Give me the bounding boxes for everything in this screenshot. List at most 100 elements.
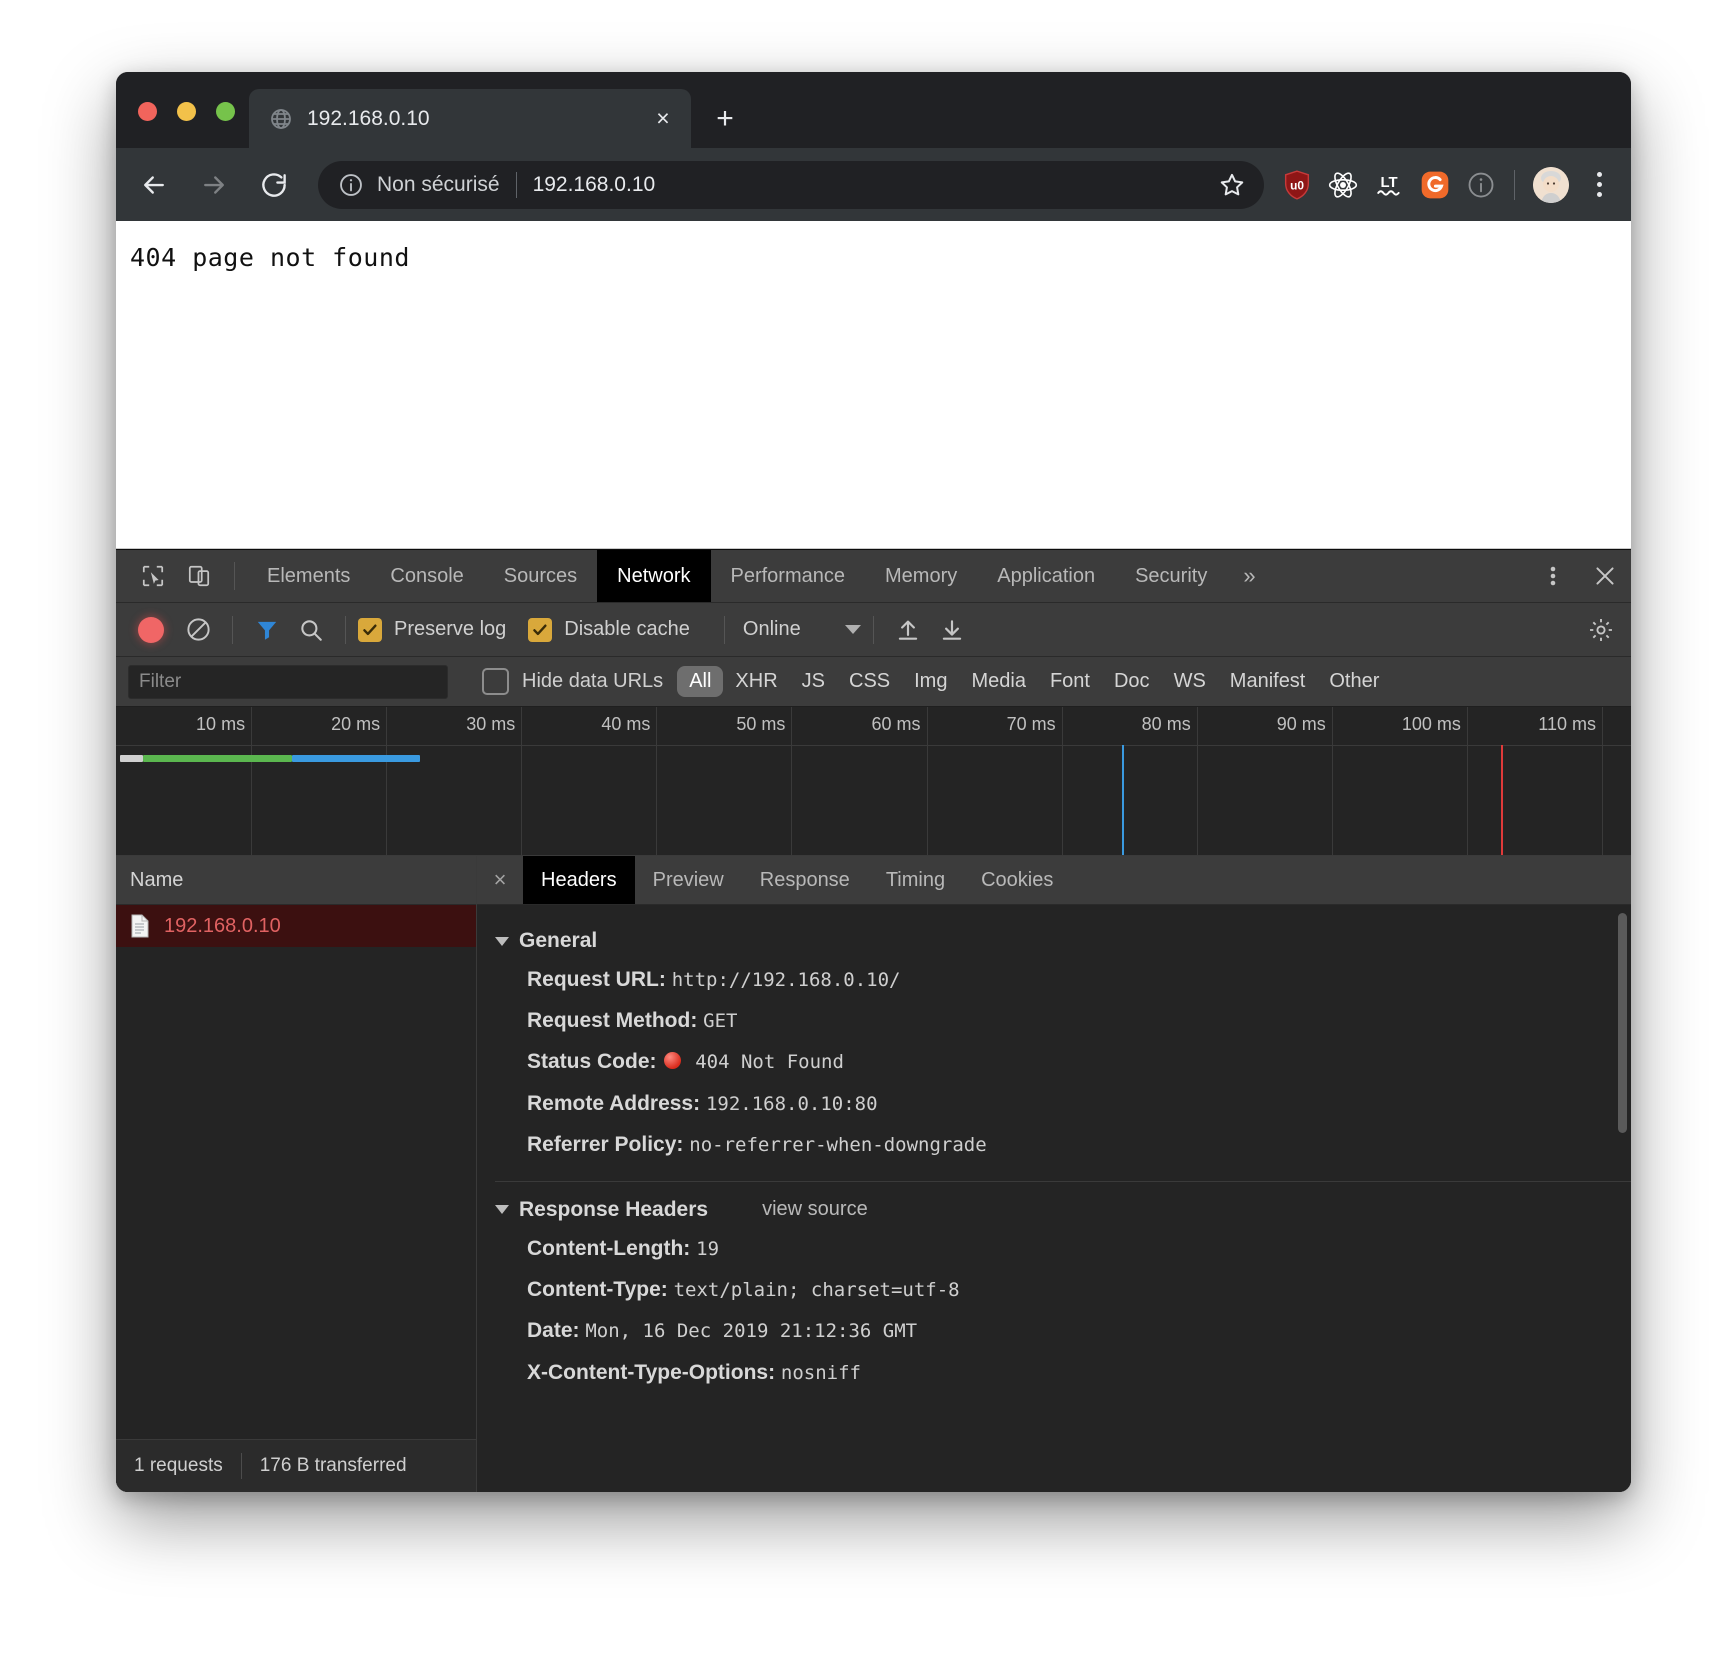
devtools-tab-performance[interactable]: Performance: [711, 550, 866, 602]
requests-column-header[interactable]: Name: [116, 856, 476, 905]
bookmark-star-icon[interactable]: [1218, 171, 1246, 199]
hide-data-urls-checkbox[interactable]: Hide data URLs: [482, 668, 663, 695]
network-overview-timeline[interactable]: 10 ms20 ms30 ms40 ms50 ms60 ms70 ms80 ms…: [116, 707, 1631, 856]
forward-icon[interactable]: [190, 161, 238, 209]
requests-panel: Name 192.168.0.10: [116, 856, 477, 1492]
timeline-tick: 40 ms: [656, 707, 657, 855]
type-filter-media[interactable]: Media: [959, 666, 1037, 697]
devtools-tab-security[interactable]: Security: [1115, 550, 1227, 602]
type-filter-img[interactable]: Img: [902, 666, 959, 697]
export-har-icon[interactable]: [930, 617, 974, 643]
omnibox[interactable]: Non sécurisé 192.168.0.10: [318, 161, 1264, 209]
response-headers-section-header[interactable]: Response Headers view source: [477, 1192, 1631, 1228]
detail-tab-response[interactable]: Response: [742, 856, 868, 904]
type-filter-other[interactable]: Other: [1317, 666, 1391, 697]
requests-count: 1 requests: [116, 1455, 241, 1477]
request-name: 192.168.0.10: [164, 915, 281, 938]
type-filter-xhr[interactable]: XHR: [723, 666, 789, 697]
header-row-x-content-type-options: X-Content-Type-Options: nosniff: [477, 1352, 1631, 1393]
avatar[interactable]: [1533, 167, 1569, 203]
filter-funnel-icon[interactable]: [245, 617, 289, 643]
filter-input[interactable]: [128, 665, 448, 699]
preserve-log-checkbox[interactable]: Preserve log: [358, 618, 506, 642]
header-row-content-length: Content-Length: 19: [477, 1228, 1631, 1269]
maximize-window-button[interactable]: [216, 102, 235, 121]
react-devtools-icon[interactable]: [1320, 162, 1366, 208]
extension-toolbar: u0 LT: [1274, 162, 1504, 208]
network-settings-gear-icon[interactable]: [1587, 616, 1615, 644]
inspect-element-icon[interactable]: [130, 550, 176, 602]
type-filter-manifest[interactable]: Manifest: [1218, 666, 1318, 697]
general-section-header[interactable]: General: [477, 923, 1631, 959]
response-headers-section-title: Response Headers: [519, 1198, 708, 1222]
devtools-tab-elements[interactable]: Elements: [247, 550, 370, 602]
checkbox-unchecked-icon: [482, 668, 509, 695]
info-circle-icon[interactable]: [338, 172, 364, 198]
more-tabs-chevron-icon[interactable]: »: [1227, 550, 1271, 602]
minimize-window-button[interactable]: [177, 102, 196, 121]
detail-tab-cookies[interactable]: Cookies: [963, 856, 1071, 904]
type-filter-font[interactable]: Font: [1038, 666, 1102, 697]
devtools-menu-icon[interactable]: [1527, 550, 1579, 602]
type-filter-js[interactable]: JS: [790, 666, 837, 697]
header-row-request-method: Request Method: GET: [477, 1000, 1631, 1041]
detail-tab-headers[interactable]: Headers: [523, 856, 635, 904]
timeline-tick: 100 ms: [1467, 707, 1468, 855]
browser-menu-icon[interactable]: [1581, 163, 1617, 207]
devtools-tabbar: Elements Console Sources Network Perform…: [116, 550, 1631, 603]
omnibox-divider: [516, 172, 517, 198]
clear-network-log-icon[interactable]: [176, 616, 220, 643]
close-window-button[interactable]: [138, 102, 157, 121]
detail-tab-timing[interactable]: Timing: [868, 856, 963, 904]
back-icon[interactable]: [130, 161, 178, 209]
browser-tab[interactable]: 192.168.0.10 ×: [249, 89, 691, 148]
grammar-extension-icon[interactable]: [1412, 162, 1458, 208]
close-devtools-icon[interactable]: [1579, 550, 1631, 602]
devtools-tab-sources[interactable]: Sources: [484, 550, 597, 602]
address-bar-url[interactable]: 192.168.0.10: [533, 173, 1208, 197]
reload-icon[interactable]: [250, 161, 298, 209]
throttling-dropdown[interactable]: Online: [743, 618, 861, 641]
devtools-tab-application[interactable]: Application: [977, 550, 1115, 602]
table-row[interactable]: 192.168.0.10: [116, 905, 476, 947]
general-section-title: General: [519, 929, 597, 953]
ublock-origin-icon[interactable]: u0: [1274, 162, 1320, 208]
toolbar-divider-1: [232, 616, 233, 644]
devtools-tab-network[interactable]: Network: [597, 550, 710, 602]
type-filter-ws[interactable]: WS: [1162, 666, 1218, 697]
timeline-tick: 90 ms: [1332, 707, 1333, 855]
document-icon: [130, 914, 150, 938]
timeline-tick: 110 ms: [1602, 707, 1603, 855]
timeline-tick: 10 ms: [251, 707, 252, 855]
detail-tab-preview[interactable]: Preview: [635, 856, 742, 904]
info-circle-extension-icon[interactable]: [1458, 162, 1504, 208]
disable-cache-checkbox[interactable]: Disable cache: [528, 618, 690, 642]
record-button[interactable]: [138, 617, 164, 643]
import-har-icon[interactable]: [886, 617, 930, 643]
devtools-tab-memory[interactable]: Memory: [865, 550, 977, 602]
type-filter-doc[interactable]: Doc: [1102, 666, 1162, 697]
header-name: Request Method:: [527, 1009, 697, 1032]
close-detail-icon[interactable]: ×: [477, 856, 523, 904]
search-icon[interactable]: [289, 617, 333, 643]
type-filter-all[interactable]: All: [677, 666, 723, 697]
detail-scrollbar[interactable]: [1618, 913, 1627, 1133]
header-value: 192.168.0.10:80: [706, 1093, 878, 1115]
headers-content: General Request URL: http://192.168.0.10…: [477, 905, 1631, 1492]
new-tab-button[interactable]: +: [708, 104, 742, 138]
header-name: Remote Address:: [527, 1092, 700, 1115]
type-filter-css[interactable]: CSS: [837, 666, 902, 697]
timeline-tick: 30 ms: [521, 707, 522, 855]
hide-data-urls-label: Hide data URLs: [522, 670, 663, 693]
tab-title: 192.168.0.10: [307, 107, 647, 131]
devtools-tab-console[interactable]: Console: [370, 550, 483, 602]
transferred-size: 176 B transferred: [242, 1455, 425, 1477]
close-icon[interactable]: ×: [647, 103, 679, 135]
tabbar-divider: [234, 562, 235, 590]
languagetool-icon[interactable]: LT: [1366, 162, 1412, 208]
device-toolbar-icon[interactable]: [176, 550, 222, 602]
browser-toolbar: Non sécurisé 192.168.0.10 u0: [116, 148, 1631, 221]
timeline-event-domcontentloaded: [1122, 745, 1124, 855]
view-source-link[interactable]: view source: [762, 1198, 868, 1221]
timeline-bar-segment-stalled: [120, 755, 143, 762]
